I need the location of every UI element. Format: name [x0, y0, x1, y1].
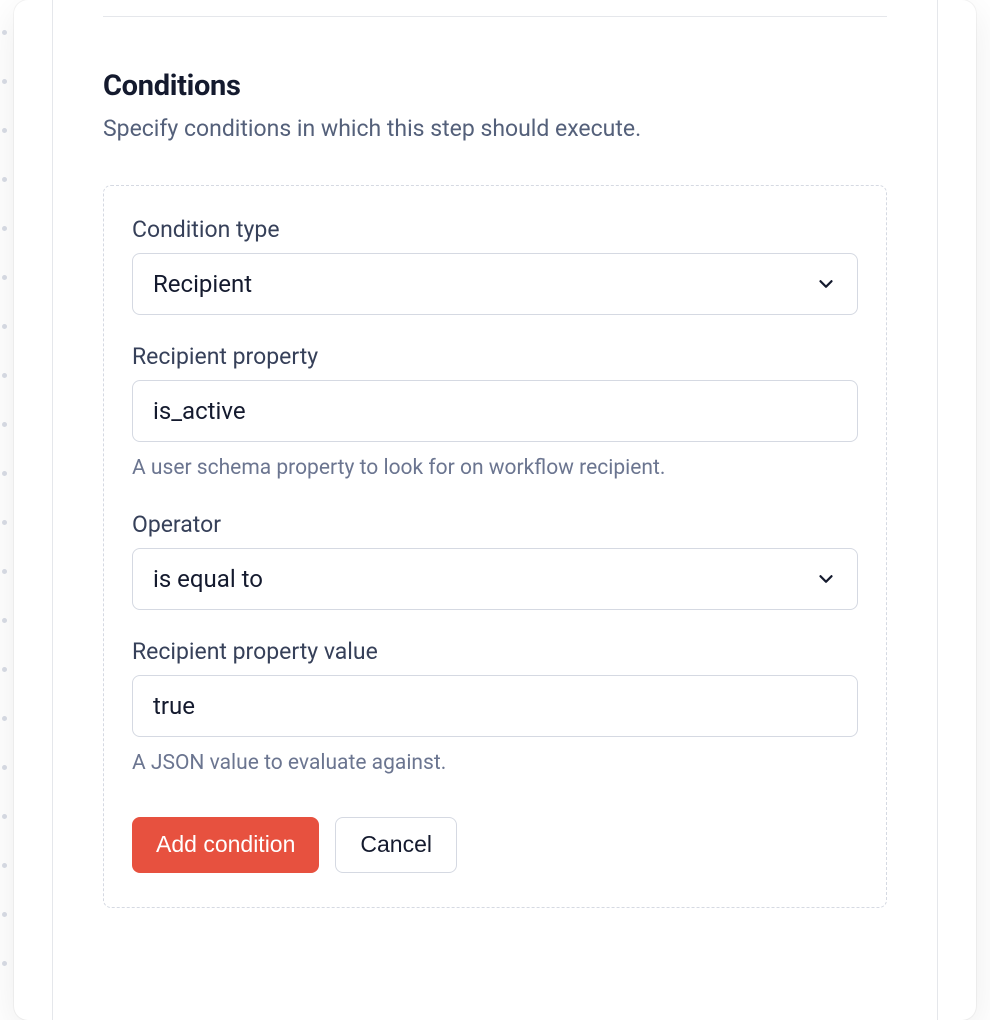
condition-type-value: Recipient: [153, 270, 252, 298]
card: Conditions Specify conditions in which t…: [14, 0, 976, 1020]
recipient-property-label: Recipient property: [132, 343, 858, 370]
operator-label: Operator: [132, 511, 858, 538]
field-operator: Operator is equal to: [132, 511, 858, 610]
cancel-button[interactable]: Cancel: [335, 817, 457, 873]
recipient-property-value-text: true: [153, 692, 195, 720]
button-row: Add condition Cancel: [132, 817, 858, 873]
recipient-property-value-help: A JSON value to evaluate against.: [132, 749, 858, 777]
chevron-down-icon: [815, 273, 837, 295]
field-condition-type: Condition type Recipient: [132, 216, 858, 315]
recipient-property-value: is_active: [153, 397, 246, 425]
recipient-property-value-label: Recipient property value: [132, 638, 858, 665]
condition-type-select[interactable]: Recipient: [132, 253, 858, 315]
add-condition-button[interactable]: Add condition: [132, 817, 319, 873]
section-title: Conditions: [103, 69, 887, 103]
condition-type-label: Condition type: [132, 216, 858, 243]
field-recipient-property-value: Recipient property value true A JSON val…: [132, 638, 858, 777]
dotted-gutter: [2, 0, 12, 1020]
chevron-down-icon: [815, 568, 837, 590]
divider: [103, 16, 887, 17]
recipient-property-value-input[interactable]: true: [132, 675, 858, 737]
section-subtitle: Specify conditions in which this step sh…: [103, 113, 887, 145]
panel: Conditions Specify conditions in which t…: [52, 0, 938, 1020]
field-recipient-property: Recipient property is_active A user sche…: [132, 343, 858, 482]
recipient-property-help: A user schema property to look for on wo…: [132, 454, 858, 482]
condition-form: Condition type Recipient Recipient prope…: [103, 185, 887, 908]
operator-select[interactable]: is equal to: [132, 548, 858, 610]
recipient-property-input[interactable]: is_active: [132, 380, 858, 442]
operator-value: is equal to: [153, 565, 263, 593]
